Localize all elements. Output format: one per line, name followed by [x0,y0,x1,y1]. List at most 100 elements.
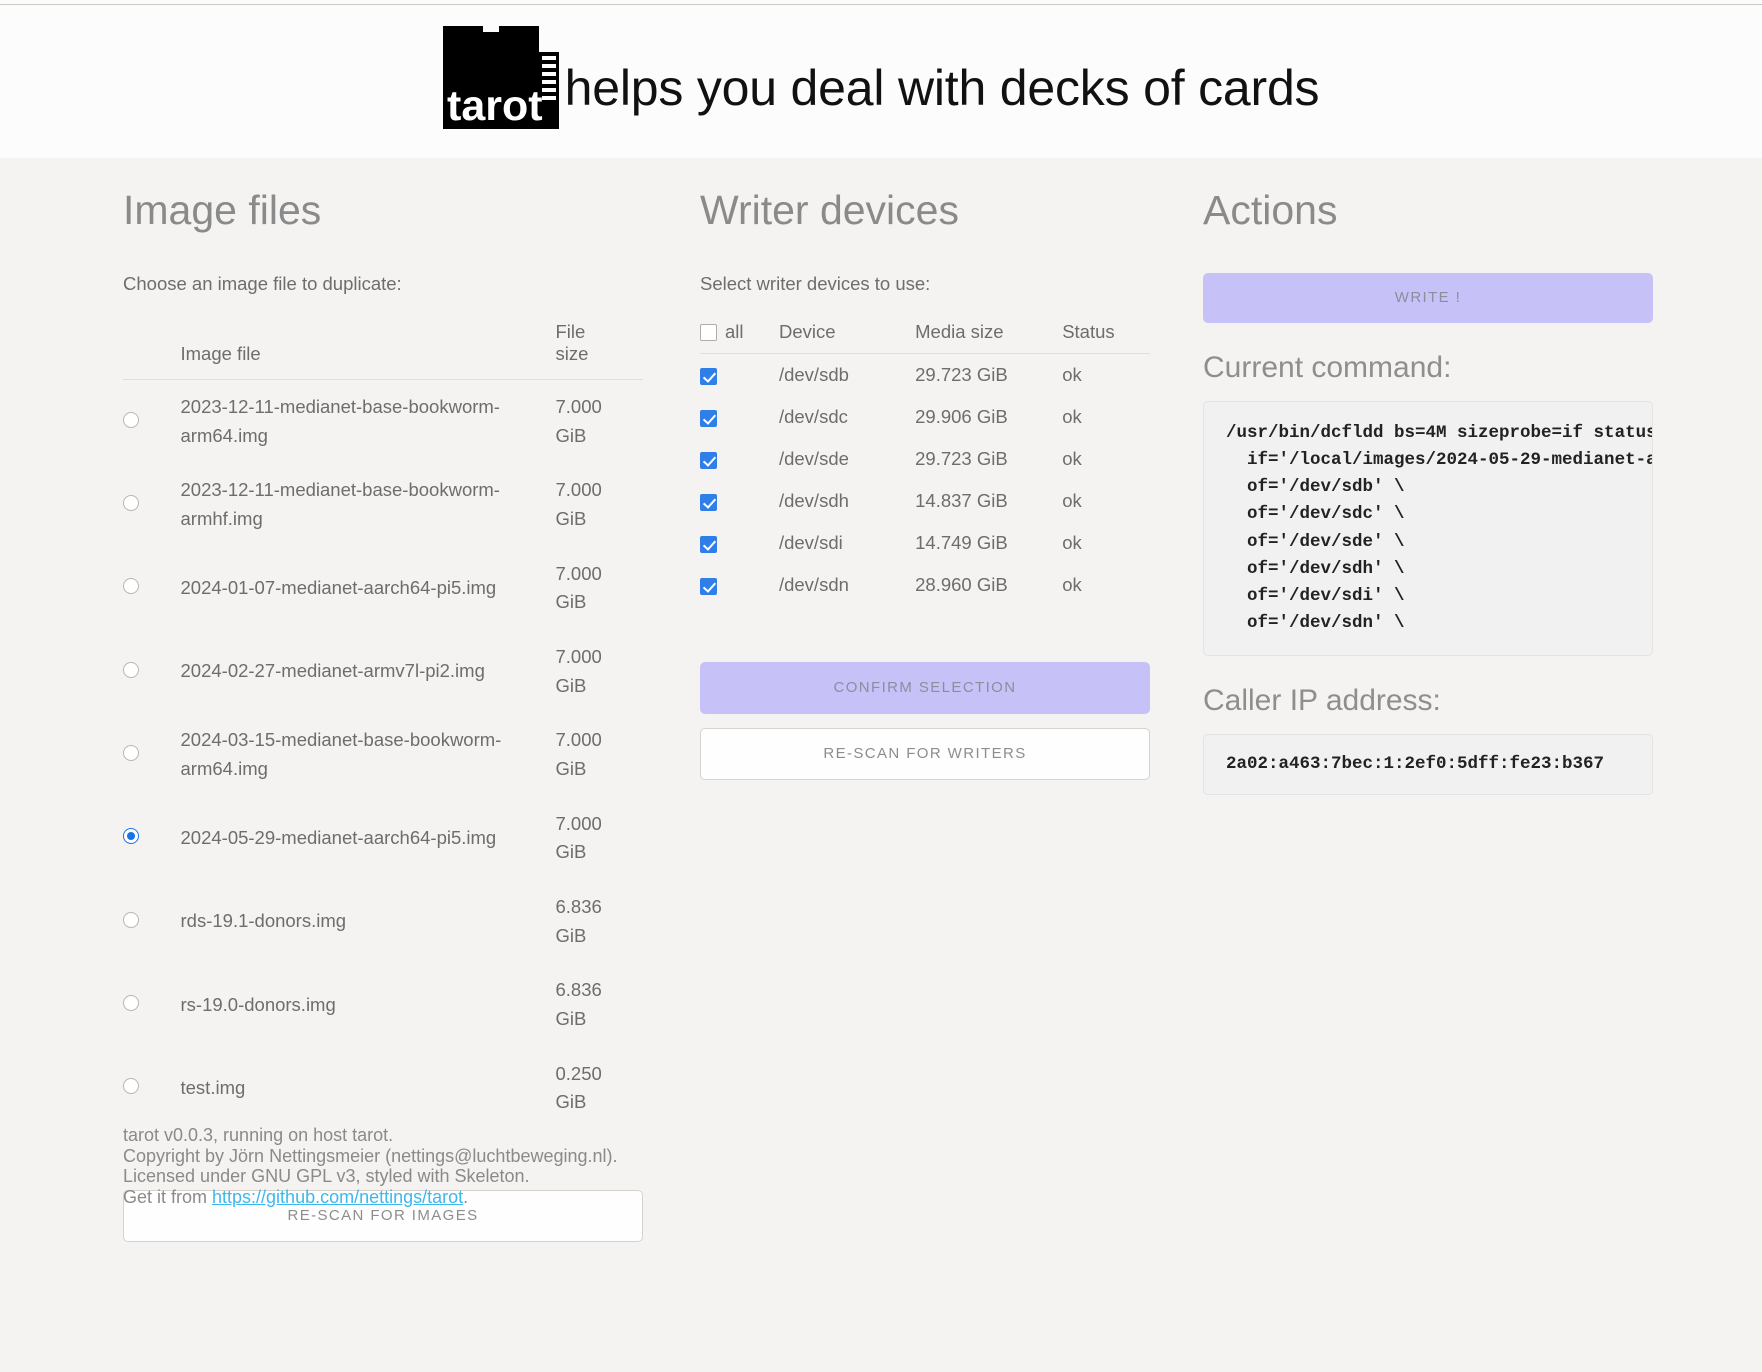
table-row[interactable]: test.img 0.250 GiB [123,1047,643,1130]
image-select-cell[interactable] [123,963,181,1046]
writer-status: ok [1062,364,1082,385]
table-row[interactable]: /dev/sdh 14.837 GiB ok [700,480,1150,522]
image-select-cell[interactable] [123,547,181,630]
caller-ip-title: Caller IP address: [1203,684,1441,717]
writer-devices-column: Writer devices Select writer devices to … [700,158,1150,1242]
table-row[interactable]: 2023-12-11-medianet-base-bookworm-arm64.… [123,380,643,464]
writer-checkbox[interactable] [700,451,717,469]
writer-checkbox[interactable] [700,367,717,385]
table-row[interactable]: /dev/sde 29.723 GiB ok [700,438,1150,480]
image-radio[interactable] [123,745,139,762]
image-file-name: 2024-05-29-medianet-aarch64-pi5.img [180,827,497,849]
writer-checkbox[interactable] [700,535,717,553]
writer-media-size: 14.749 GiB [915,532,1008,553]
image-select-cell[interactable] [123,1047,181,1130]
image-select-cell[interactable] [123,713,181,796]
writer-media-size: 29.723 GiB [915,448,1008,469]
writer-checkbox[interactable] [700,493,717,511]
table-row[interactable]: rs-19.0-donors.img 6.836 GiB [123,963,643,1046]
write-button[interactable]: WRITE ! [1203,273,1653,323]
image-radio[interactable] [123,661,139,678]
select-all-checkbox[interactable] [700,323,717,341]
footer-license: Licensed under GNU GPL v3, styled with S… [123,1166,530,1187]
image-file-name: 2024-02-27-medianet-armv7l-pi2.img [180,660,485,682]
th-media-size: Media size [915,311,1063,354]
table-row[interactable]: rds-19.1-donors.img 6.836 GiB [123,880,643,963]
footer-source-prefix: Get it from [123,1187,213,1208]
image-radio[interactable] [123,911,139,928]
th-file-size: File size [555,311,643,380]
writer-select-cell[interactable] [700,522,779,564]
image-file-size: 7.000 GiB [555,729,602,780]
image-file-name: rds-19.1-donors.img [180,910,347,932]
image-file-name: 2024-03-15-medianet-base-bookworm-arm64.… [180,729,502,780]
footer: tarot v0.0.3, running on host tarot. Cop… [123,1125,618,1208]
image-file-size: 7.000 GiB [555,396,602,446]
image-radio[interactable] [123,995,139,1012]
table-row[interactable]: 2024-05-29-medianet-aarch64-pi5.img 7.000… [123,797,643,880]
table-row[interactable]: 2024-03-15-medianet-base-bookworm-arm64.… [123,713,643,796]
table-row[interactable]: /dev/sdb 29.723 GiB ok [700,354,1150,397]
writer-status: ok [1062,532,1082,553]
actions-title: Actions [1203,187,1338,233]
table-row[interactable]: 2024-02-27-medianet-armv7l-pi2.img 7.000 … [123,630,643,713]
writer-media-size: 29.906 GiB [915,406,1008,427]
writer-device: /dev/sdh [778,490,849,511]
caller-ip-code: 2a02:a463:7bec:1:2ef0:5dff:fe23:b367 [1203,734,1653,796]
writer-device: /dev/sdn [778,574,849,595]
table-row[interactable]: /dev/sdi 14.749 GiB ok [700,522,1150,564]
writer-select-cell[interactable] [700,354,779,397]
image-select-cell[interactable] [123,630,181,713]
footer-source: Get it from https://github.com/nettings/… [123,1187,618,1208]
writer-devices-table: all Device Media size Status /dev/sdb 29.… [700,311,1150,606]
brand: tarot helps you deal with decks of cards [442,26,1320,129]
writer-checkbox[interactable] [700,409,717,427]
th-device: Device [778,311,916,354]
writer-select-cell[interactable] [700,564,779,606]
image-radio[interactable] [123,495,139,512]
github-link[interactable]: https://github.com/nettings/tarot [212,1187,463,1207]
image-file-size: 6.836 GiB [555,896,602,946]
writer-devices-lead: Select writer devices to use: [700,273,931,294]
writer-select-cell[interactable] [700,396,779,438]
writer-status: ok [1062,490,1082,511]
image-radio[interactable] [123,1078,139,1095]
writer-status: ok [1062,574,1082,595]
image-select-cell[interactable] [123,463,181,546]
image-file-size: 7.000 GiB [555,479,602,530]
writer-select-cell[interactable] [700,438,779,480]
writer-checkbox[interactable] [700,577,717,595]
writer-media-size: 14.837 GiB [915,490,1008,511]
th-select-all: all [700,311,779,354]
th-select [123,311,181,380]
select-all-label: all [725,321,744,342]
writer-device: /dev/sdc [778,406,848,427]
table-row[interactable]: /dev/sdc 29.906 GiB ok [700,396,1150,438]
confirm-selection-button[interactable]: CONFIRM SELECTION [700,662,1150,714]
th-image-file: Image file [180,311,556,380]
actions-column: Actions WRITE ! Current command: /usr/bi… [1203,158,1653,1242]
image-radio[interactable] [123,828,139,845]
writer-device: /dev/sdi [778,532,843,553]
masthead: tarot helps you deal with decks of cards [0,5,1762,158]
image-file-size: 7.000 GiB [555,812,602,863]
writer-media-size: 28.960 GiB [915,574,1008,595]
writer-select-cell[interactable] [700,480,779,522]
writer-device: /dev/sdb [778,364,849,385]
image-file-size: 0.250 GiB [555,1062,602,1113]
image-select-cell[interactable] [123,380,181,464]
image-file-name: 2023-12-11-medianet-base-bookworm-arm64.… [180,396,500,446]
tagline: helps you deal with decks of cards [564,60,1320,116]
table-header-row: all Device Media size Status [700,311,1150,354]
image-files-table: Image file File size 2023-12-11-medianet… [123,311,643,1130]
table-row[interactable]: 2023-12-11-medianet-base-bookworm-armhf.… [123,463,643,546]
writer-devices-title: Writer devices [700,187,959,233]
image-radio[interactable] [123,411,139,428]
table-row[interactable]: 2024-01-07-medianet-aarch64-pi5.img 7.000… [123,547,643,630]
image-select-cell[interactable] [123,797,181,880]
rescan-writers-button[interactable]: RE-SCAN FOR WRITERS [700,728,1150,780]
image-select-cell[interactable] [123,880,181,963]
table-row[interactable]: /dev/sdn 28.960 GiB ok [700,564,1150,606]
writer-media-size: 29.723 GiB [915,364,1008,385]
image-radio[interactable] [123,578,139,595]
